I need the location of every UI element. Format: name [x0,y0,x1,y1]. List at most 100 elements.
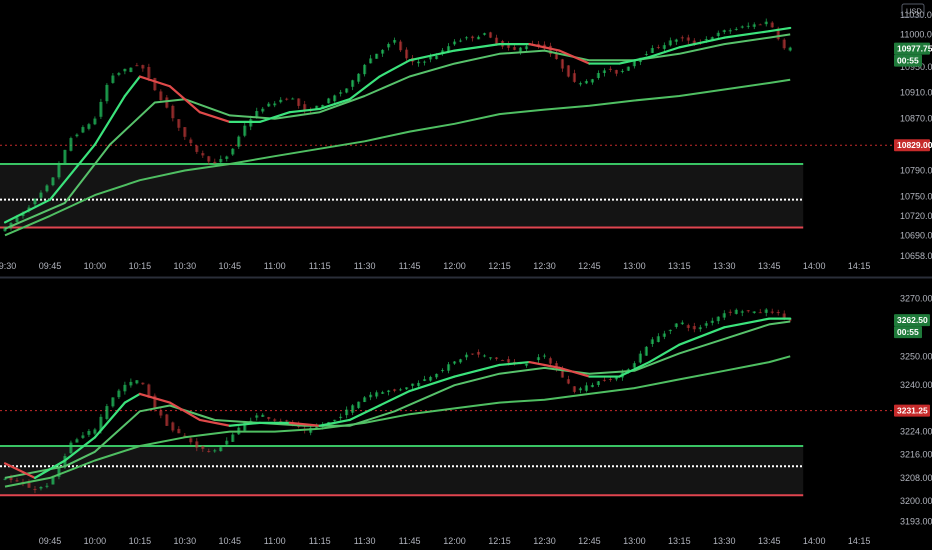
candle-body[interactable] [333,419,337,422]
candle-body[interactable] [261,108,265,112]
candle-body[interactable] [279,99,283,103]
candle-body[interactable] [129,67,133,72]
candle-body[interactable] [375,53,379,59]
candle-body[interactable] [243,125,247,136]
candle-body[interactable] [746,310,750,312]
candle-body[interactable] [464,37,469,39]
candle-body[interactable] [105,406,109,419]
candle-body[interactable] [15,480,19,482]
candle-body[interactable] [482,33,487,35]
candle-body[interactable] [506,359,511,363]
candle-body[interactable] [135,380,139,384]
candle-body[interactable] [614,69,618,74]
candle-body[interactable] [183,127,187,137]
candle-body[interactable] [776,311,780,314]
candle-body[interactable] [201,153,205,156]
candle-body[interactable] [524,46,529,50]
candle-body[interactable] [345,409,349,416]
candle-body[interactable] [339,92,343,94]
candle-body[interactable] [422,61,427,63]
candle-body[interactable] [644,53,648,55]
candle-body[interactable] [267,417,271,419]
candle-body[interactable] [291,98,295,100]
candle-body[interactable] [674,39,678,42]
candle-body[interactable] [698,327,702,330]
candle-body[interactable] [363,397,367,403]
candle-body[interactable] [656,47,660,49]
candle-body[interactable] [446,364,451,371]
candle-body[interactable] [758,312,762,314]
candle-body[interactable] [626,66,630,71]
candle-body[interactable] [387,390,391,393]
candle-body[interactable] [644,346,648,356]
candle-body[interactable] [548,358,553,364]
candle-body[interactable] [428,57,433,60]
candle-body[interactable] [458,40,463,42]
candle-body[interactable] [159,410,163,416]
candle-body[interactable] [87,430,91,435]
candle-body[interactable] [482,355,487,357]
candle-body[interactable] [680,37,684,39]
candle-body[interactable] [680,322,684,325]
candle-body[interactable] [584,385,589,391]
candle-body[interactable] [255,415,259,418]
candle-body[interactable] [494,37,499,44]
candle-body[interactable] [650,339,654,344]
candle-body[interactable] [434,55,439,60]
candle-body[interactable] [734,309,738,314]
candle-body[interactable] [39,192,43,198]
candle-body[interactable] [297,98,301,106]
candle-body[interactable] [596,72,601,78]
candle-body[interactable] [674,323,678,327]
candle-body[interactable] [189,438,193,443]
candle-body[interactable] [123,384,127,392]
candle-body[interactable] [171,105,175,119]
candle-body[interactable] [375,392,379,397]
candle-body[interactable] [578,388,583,391]
candle-body[interactable] [339,416,343,419]
candle-body[interactable] [782,39,786,49]
candle-body[interactable] [39,487,43,489]
candle-body[interactable] [710,320,714,323]
candle-body[interactable] [728,30,732,32]
candle-body[interactable] [650,48,654,54]
candle-body[interactable] [596,381,601,386]
candle-body[interactable] [123,68,127,72]
candle-body[interactable] [147,66,151,78]
candle-body[interactable] [393,389,397,391]
candle-body[interactable] [153,77,157,91]
candle-body[interactable] [171,422,175,431]
candle-body[interactable] [117,73,121,75]
candle-body[interactable] [75,134,79,137]
candle-body[interactable] [207,156,211,162]
candle-body[interactable] [446,46,451,52]
candle-body[interactable] [404,49,409,59]
candle-body[interactable] [470,353,475,355]
candle-body[interactable] [494,357,499,359]
candle-body[interactable] [590,384,595,388]
candle-body[interactable] [590,79,595,83]
candle-body[interactable] [399,389,403,391]
candle-body[interactable] [69,138,73,151]
candle-body[interactable] [261,414,265,417]
candle-body[interactable] [470,36,475,39]
candle-body[interactable] [536,357,541,361]
candle-body[interactable] [638,353,642,363]
candle-body[interactable] [87,124,91,129]
candle-body[interactable] [345,88,349,93]
candle-body[interactable] [608,378,612,380]
candle-body[interactable] [195,441,199,448]
candle-body[interactable] [782,313,786,318]
candle-body[interactable] [141,382,145,385]
candle-body[interactable] [225,156,229,159]
candle-body[interactable] [273,103,277,106]
candle-body[interactable] [399,41,403,51]
candle-body[interactable] [500,360,505,362]
candle-body[interactable] [369,394,373,398]
candle-body[interactable] [656,336,660,342]
candle-body[interactable] [285,98,289,100]
candle-body[interactable] [524,363,529,366]
candle-body[interactable] [722,30,726,33]
candle-body[interactable] [225,440,229,445]
candle-body[interactable] [207,451,211,453]
